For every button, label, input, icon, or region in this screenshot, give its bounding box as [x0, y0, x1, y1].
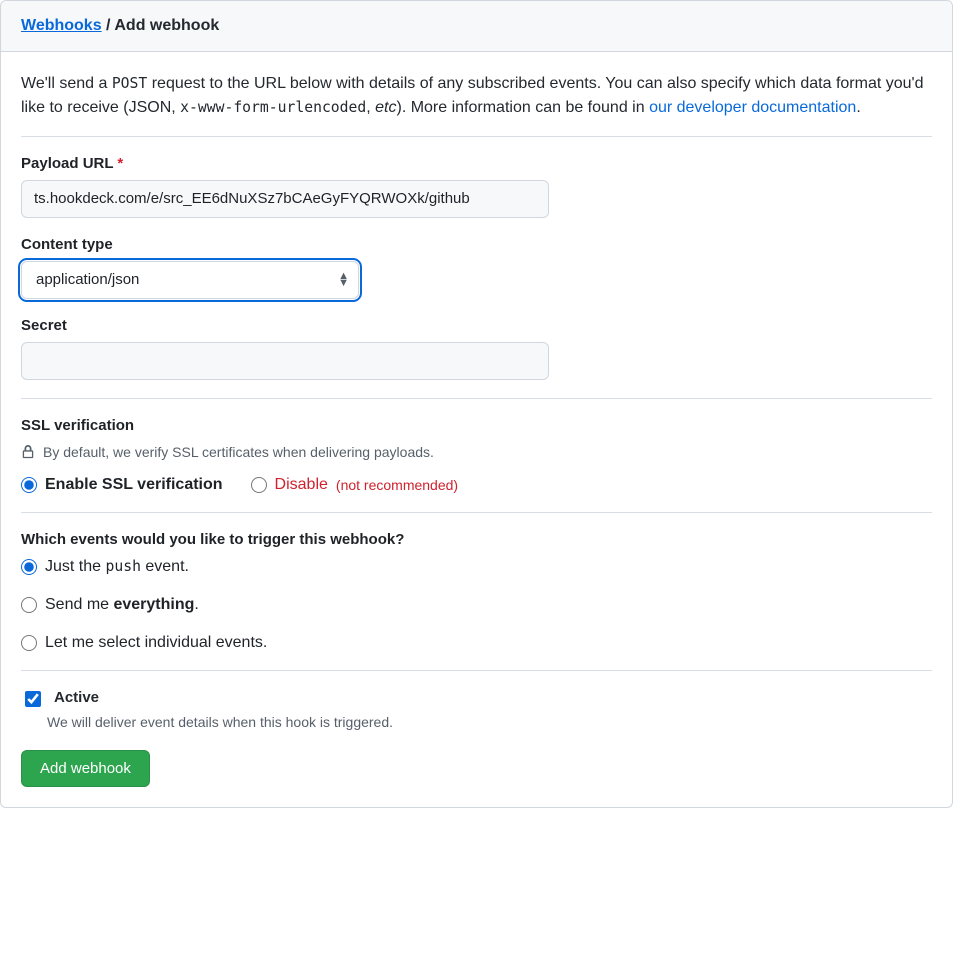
developer-docs-link[interactable]: our developer documentation [649, 99, 856, 116]
intro-text: We'll send a POST request to the URL bel… [21, 72, 932, 137]
ssl-radio-row: Enable SSL verification Disable (not rec… [21, 476, 932, 494]
active-checkbox[interactable] [25, 691, 41, 707]
panel-body: We'll send a POST request to the URL bel… [1, 52, 952, 807]
secret-label: Secret [21, 317, 932, 334]
payload-url-label: Payload URL * [21, 155, 932, 172]
events-individual-option[interactable]: Let me select individual events. [21, 634, 932, 652]
webhook-panel: Webhooks / Add webhook We'll send a POST… [0, 0, 953, 808]
add-webhook-button[interactable]: Add webhook [21, 750, 150, 787]
ssl-disable-option[interactable]: Disable (not recommended) [251, 476, 459, 494]
ssl-enable-option[interactable]: Enable SSL verification [21, 476, 223, 494]
breadcrumb-parent-link[interactable]: Webhooks [21, 17, 102, 34]
form-urlencoded-code: x-www-form-urlencoded [180, 99, 366, 116]
secret-group: Secret [21, 317, 932, 380]
active-label: Active [54, 689, 99, 706]
events-push-radio[interactable] [21, 559, 37, 575]
active-desc: We will deliver event details when this … [47, 714, 932, 730]
required-indicator: * [117, 155, 123, 172]
events-everything-radio[interactable] [21, 597, 37, 613]
ssl-enable-radio[interactable] [21, 477, 37, 493]
ssl-note-row: By default, we verify SSL certificates w… [21, 444, 932, 460]
divider [21, 398, 932, 399]
breadcrumb: Webhooks / Add webhook [1, 1, 952, 52]
events-push-option[interactable]: Just the push event. [21, 558, 932, 576]
post-code: POST [112, 75, 147, 92]
payload-url-input[interactable] [21, 180, 549, 218]
breadcrumb-current: Add webhook [114, 17, 219, 34]
events-everything-option[interactable]: Send me everything. [21, 596, 932, 614]
secret-input[interactable] [21, 342, 549, 380]
events-list: Just the push event. Send me everything.… [21, 558, 932, 652]
ssl-disable-radio[interactable] [251, 477, 267, 493]
active-row: Active [21, 689, 932, 710]
breadcrumb-separator: / [102, 17, 115, 34]
events-title: Which events would you like to trigger t… [21, 531, 932, 548]
payload-url-group: Payload URL * [21, 155, 932, 218]
ssl-title: SSL verification [21, 417, 932, 434]
content-type-select[interactable]: application/json [21, 261, 359, 299]
ssl-note: By default, we verify SSL certificates w… [43, 444, 434, 460]
lock-icon [21, 444, 35, 460]
content-type-group: Content type application/json ▲▼ [21, 236, 932, 299]
events-individual-radio[interactable] [21, 635, 37, 651]
divider [21, 670, 932, 671]
divider [21, 512, 932, 513]
content-type-label: Content type [21, 236, 932, 253]
